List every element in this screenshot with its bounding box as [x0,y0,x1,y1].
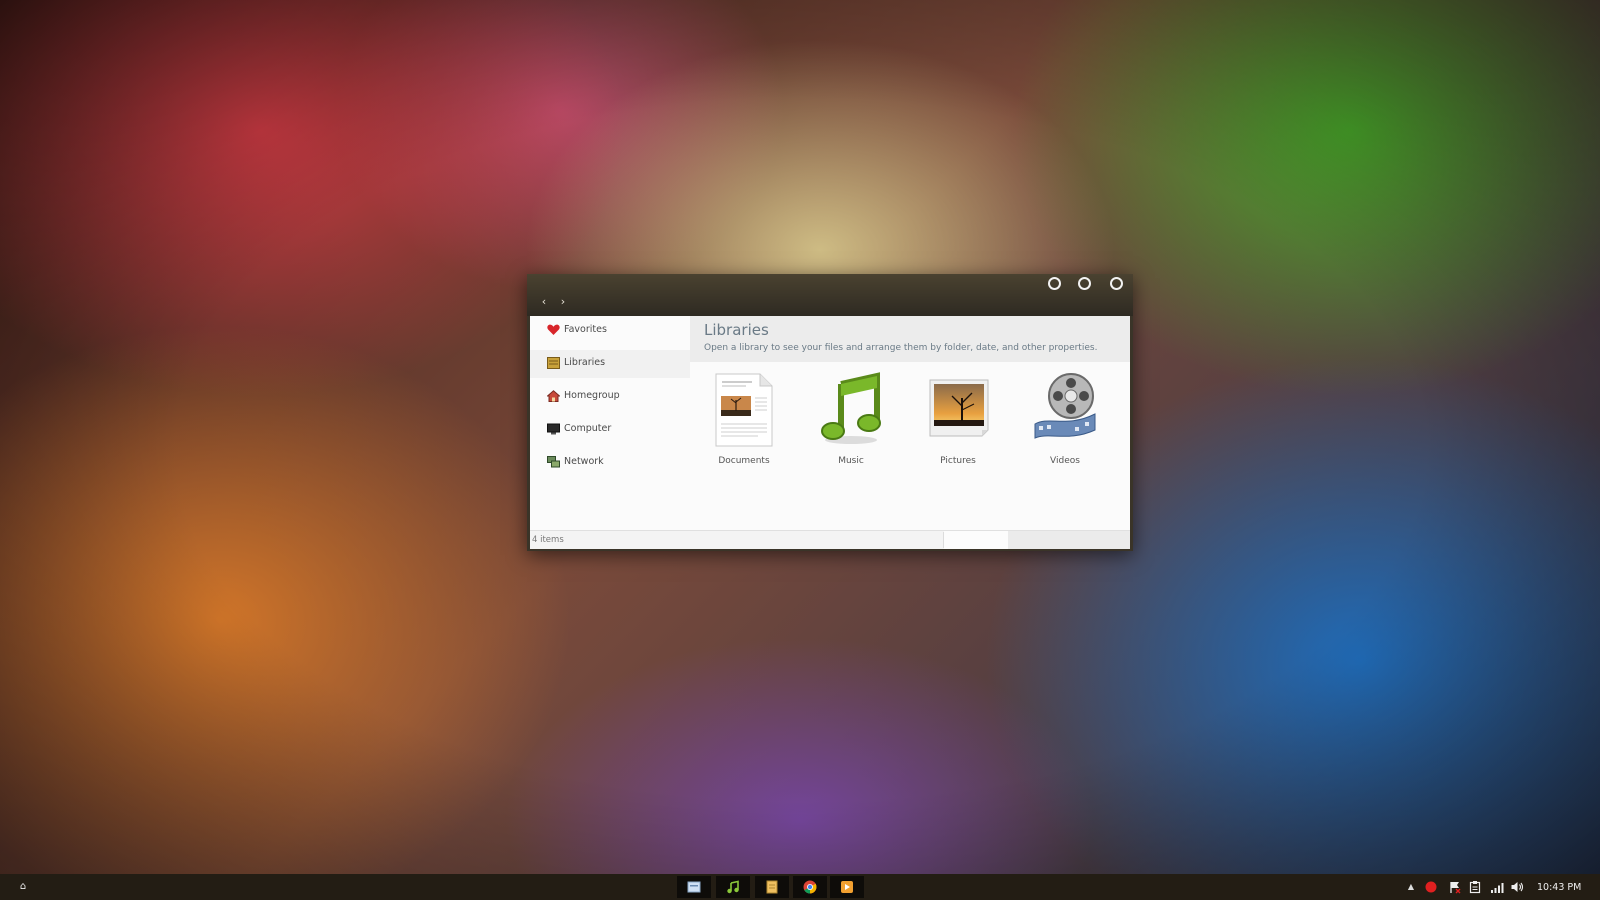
film-reel-icon [1034,373,1096,439]
sidebar-item-libraries[interactable]: Libraries [530,350,690,378]
taskbar-notes[interactable] [755,876,789,898]
library-label: Videos [1050,456,1080,466]
record-icon[interactable] [1424,880,1438,894]
library-music[interactable]: Music [811,372,891,470]
homegroup-icon [547,390,560,402]
library-videos[interactable]: Videos [1025,372,1105,470]
library-label: Documents [718,456,770,466]
taskbar-clock[interactable]: 10:43 PM [1537,882,1581,893]
show-hidden-icons-chevron[interactable]: ▲ [1404,880,1418,894]
network-icon [547,456,560,468]
close-button[interactable] [1110,277,1123,290]
sidebar-item-label: Homegroup [564,390,620,401]
maximize-button[interactable] [1078,277,1091,290]
minimize-button[interactable] [1048,277,1061,290]
sidebar-item-network[interactable]: Network [530,449,690,477]
taskbar-chrome[interactable] [793,876,827,898]
volume-icon[interactable] [1510,880,1524,894]
clipboard-icon[interactable] [1468,880,1482,894]
music-player-icon [727,880,739,894]
sidebar-item-label: Libraries [564,357,606,368]
status-segment [944,531,1008,549]
window-content: Favorites Libraries Homegroup Computer N… [530,316,1130,549]
file-explorer-icon [687,881,701,893]
media-player-icon [841,881,853,893]
taskbar-music-player[interactable] [716,876,750,898]
library-documents[interactable]: Documents [704,372,784,470]
title-bar[interactable]: ‹ › [527,274,1133,316]
item-count: 4 items [532,535,564,545]
sidebar-item-favorites[interactable]: Favorites [530,317,690,345]
sidebar-item-label: Computer [564,423,612,434]
music-note-icon [821,372,881,444]
back-button[interactable]: ‹ [537,295,551,309]
sidebar-item-label: Favorites [564,324,607,335]
library-label: Pictures [940,456,976,466]
libraries-icon [547,357,560,369]
chrome-icon [803,880,817,894]
libraries-view: Libraries Open a library to see your fil… [690,316,1130,530]
forward-button[interactable]: › [556,295,570,309]
status-bar: 4 items [530,530,1130,549]
sidebar-item-computer[interactable]: Computer [530,416,690,444]
page-subtitle: Open a library to see your files and arr… [704,343,1098,353]
sidebar-item-label: Network [564,456,604,467]
taskbar-media-player[interactable] [830,876,864,898]
libraries-header: Libraries Open a library to see your fil… [690,316,1130,362]
file-explorer-window: ‹ › Favorites Libraries Homegroup Comput… [527,274,1133,551]
action-center-flag-icon[interactable] [1448,880,1462,894]
computer-icon [547,423,560,435]
documents-icon [715,373,773,447]
taskbar: ⌂ ▲ 10:43 PM [0,874,1600,900]
taskbar-file-explorer[interactable] [677,876,711,898]
heart-icon [547,324,560,335]
sidebar-item-homegroup[interactable]: Homegroup [530,383,690,411]
page-title: Libraries [704,321,769,339]
navigation-pane: Favorites Libraries Homegroup Computer N… [530,316,690,530]
pictures-icon [929,379,989,437]
network-signal-icon[interactable] [1490,880,1504,894]
status-segment [1008,531,1130,549]
library-label: Music [838,456,864,466]
library-pictures[interactable]: Pictures [918,372,998,470]
start-button[interactable]: ⌂ [16,880,30,894]
notes-icon [766,880,778,894]
